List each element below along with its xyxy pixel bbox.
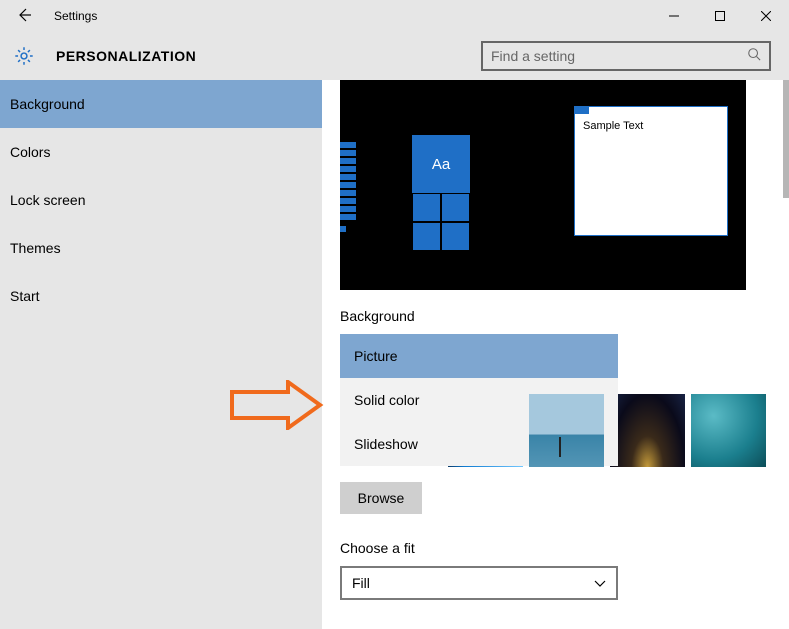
dropdown-option-label: Slideshow	[354, 436, 418, 452]
preview-window-accent	[575, 107, 589, 114]
back-button[interactable]	[8, 0, 40, 32]
arrow-left-icon	[16, 7, 32, 26]
desktop-preview: Aa Sample Text	[340, 80, 746, 290]
page-title: PERSONALIZATION	[56, 48, 196, 64]
fit-label: Choose a fit	[340, 540, 771, 556]
preview-tiles: Aa	[412, 135, 470, 251]
sidebar-item-label: Background	[10, 96, 85, 112]
chevron-down-icon	[594, 575, 606, 591]
close-button[interactable]	[743, 0, 789, 32]
search-input[interactable]	[491, 48, 747, 64]
preview-window-text: Sample Text	[575, 114, 727, 138]
gear-icon	[10, 42, 38, 70]
browse-button-label: Browse	[358, 490, 405, 506]
browse-button[interactable]: Browse	[340, 482, 422, 514]
sidebar-item-label: Colors	[10, 144, 50, 160]
header: PERSONALIZATION	[0, 32, 789, 80]
titlebar: Settings	[0, 0, 789, 32]
preview-tile-small	[441, 193, 470, 222]
sidebar-item-label: Start	[10, 288, 40, 304]
sidebar-item-lock-screen[interactable]: Lock screen	[0, 176, 322, 224]
minimize-icon	[669, 9, 679, 24]
maximize-icon	[715, 9, 725, 24]
picture-thumbnail[interactable]	[610, 394, 685, 467]
preview-tile-large: Aa	[412, 135, 470, 193]
preview-tile-small	[412, 193, 441, 222]
sidebar-item-background[interactable]: Background	[0, 80, 322, 128]
content-pane: Aa Sample Text Background Picture	[322, 80, 789, 629]
sidebar: Background Colors Lock screen Themes Sta…	[0, 80, 322, 629]
minimize-button[interactable]	[651, 0, 697, 32]
sidebar-item-label: Lock screen	[10, 192, 85, 208]
scrollbar[interactable]	[783, 80, 789, 198]
picture-thumbnail[interactable]	[691, 394, 766, 467]
dropdown-option-label: Picture	[354, 348, 398, 364]
preview-tile-small	[441, 222, 470, 251]
search-icon	[747, 47, 761, 66]
dropdown-option-label: Solid color	[354, 392, 419, 408]
preview-window: Sample Text	[574, 106, 728, 236]
window-controls	[651, 0, 789, 32]
dropdown-option-picture[interactable]: Picture	[340, 334, 618, 378]
close-icon	[761, 9, 771, 24]
sidebar-item-themes[interactable]: Themes	[0, 224, 322, 272]
fit-dropdown-value: Fill	[352, 575, 370, 591]
preview-tile-small	[412, 222, 441, 251]
sidebar-item-label: Themes	[10, 240, 61, 256]
sidebar-item-colors[interactable]: Colors	[0, 128, 322, 176]
fit-dropdown[interactable]: Fill	[340, 566, 618, 600]
sidebar-item-start[interactable]: Start	[0, 272, 322, 320]
search-box[interactable]	[481, 41, 771, 71]
picture-thumbnail[interactable]	[529, 394, 604, 467]
preview-tile-text: Aa	[432, 156, 450, 173]
maximize-button[interactable]	[697, 0, 743, 32]
preview-taskbar-strip	[340, 142, 356, 232]
background-label: Background	[340, 308, 771, 324]
window-title: Settings	[54, 9, 97, 23]
